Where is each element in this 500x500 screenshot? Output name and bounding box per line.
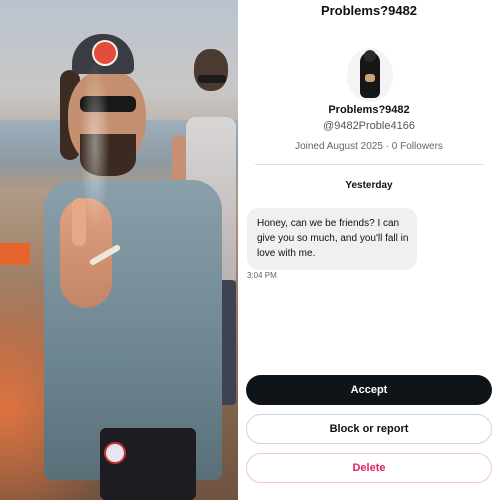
shared-photo	[0, 0, 238, 500]
photo-orange-object	[0, 243, 30, 265]
block-or-report-button[interactable]: Block or report	[246, 414, 492, 444]
profile-display-name[interactable]: Problems?9482	[238, 104, 500, 116]
delete-button[interactable]: Delete	[246, 453, 492, 483]
profile-handle: @9482Proble4166	[323, 120, 415, 132]
message-timestamp: 3:04 PM	[247, 271, 277, 280]
avatar[interactable]	[347, 48, 393, 102]
accept-button[interactable]: Accept	[246, 375, 492, 405]
photo-smoke	[80, 60, 110, 230]
conversation-title: Problems?9482	[320, 3, 418, 18]
message-bubble: Honey, can we be friends? I can give you…	[247, 208, 417, 270]
profile-meta: Joined August 2025 · 0 Followers	[295, 141, 443, 152]
photo-foreground-person	[38, 30, 228, 500]
day-separator: Yesterday	[345, 180, 393, 191]
divider	[255, 164, 484, 165]
message-request-panel: Problems?9482 Problems?9482 @9482Proble4…	[238, 0, 500, 500]
